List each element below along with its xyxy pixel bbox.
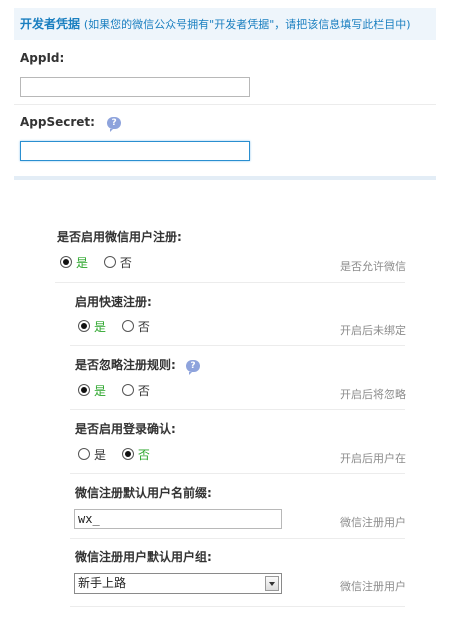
- quick-register-no[interactable]: 否: [121, 318, 150, 335]
- username-prefix-hint: 微信注册用户: [340, 516, 406, 529]
- credentials-header: 开发者凭据 (如果您的微信公众号拥有"开发者凭据"，请把该信息填写此栏目中): [14, 8, 436, 40]
- radio-unchecked-icon[interactable]: [121, 319, 134, 332]
- ignore-rules-no[interactable]: 否: [121, 382, 150, 399]
- radio-unchecked-icon[interactable]: [103, 255, 116, 268]
- credentials-bottom-border: [14, 176, 436, 180]
- ignore-rules-label-text: 是否忽略注册规则:: [75, 358, 176, 372]
- default-group-label: 微信注册用户默认用户组:: [75, 550, 212, 564]
- ignore-rules-radios: 是 否: [78, 382, 162, 399]
- default-group-hint: 微信注册用户: [340, 580, 406, 593]
- login-confirm-hint: 开启后用户在: [340, 452, 406, 465]
- radio-checked-icon[interactable]: [60, 255, 72, 268]
- divider: [55, 282, 405, 283]
- username-prefix-label: 微信注册默认用户名前缀:: [75, 486, 212, 500]
- divider: [70, 473, 405, 474]
- radio-checked-icon[interactable]: [78, 319, 90, 332]
- default-group-select[interactable]: 新手上路: [74, 573, 282, 594]
- username-prefix-input[interactable]: [74, 509, 282, 529]
- default-group-selected: 新手上路: [78, 576, 127, 590]
- credentials-title: 开发者凭据: [20, 17, 81, 31]
- enable-register-hint: 是否允许微信: [340, 260, 406, 273]
- divider: [70, 345, 405, 346]
- divider: [70, 538, 405, 539]
- chevron-down-icon[interactable]: [265, 576, 279, 591]
- login-confirm-radios: 是 否: [78, 446, 162, 463]
- divider: [70, 409, 405, 410]
- login-confirm-yes[interactable]: 是: [78, 446, 106, 463]
- radio-checked-icon[interactable]: [78, 383, 90, 396]
- appid-input[interactable]: [20, 77, 250, 97]
- enable-register-label: 是否启用微信用户注册:: [57, 230, 182, 244]
- appsecret-label-text: AppSecret:: [20, 115, 95, 129]
- help-icon[interactable]: ?: [186, 359, 200, 375]
- login-confirm-no[interactable]: 否: [121, 446, 150, 463]
- radio-unchecked-icon[interactable]: [78, 447, 90, 460]
- enable-register-radios: 是 否: [60, 254, 144, 271]
- help-icon[interactable]: ?: [107, 116, 122, 132]
- credentials-note: (如果您的微信公众号拥有"开发者凭据"，请把该信息填写此栏目中): [83, 18, 411, 31]
- appid-label: AppId:: [20, 51, 65, 65]
- quick-register-hint: 开启后未绑定: [340, 324, 406, 337]
- enable-register-yes[interactable]: 是: [60, 254, 88, 271]
- appsecret-label: AppSecret: ?: [20, 115, 122, 132]
- login-confirm-label: 是否启用登录确认:: [75, 422, 176, 436]
- divider: [14, 104, 436, 105]
- quick-register-label: 启用快速注册:: [75, 295, 152, 309]
- ignore-rules-yes[interactable]: 是: [78, 382, 106, 399]
- quick-register-radios: 是 否: [78, 318, 162, 335]
- appsecret-input[interactable]: [20, 141, 250, 161]
- ignore-rules-label: 是否忽略注册规则: ?: [75, 356, 200, 375]
- ignore-rules-hint: 开启后将忽略: [340, 388, 406, 401]
- quick-register-yes[interactable]: 是: [78, 318, 106, 335]
- radio-unchecked-icon[interactable]: [121, 383, 134, 396]
- enable-register-no[interactable]: 否: [103, 254, 132, 271]
- radio-checked-icon[interactable]: [121, 447, 134, 460]
- divider: [70, 606, 405, 607]
